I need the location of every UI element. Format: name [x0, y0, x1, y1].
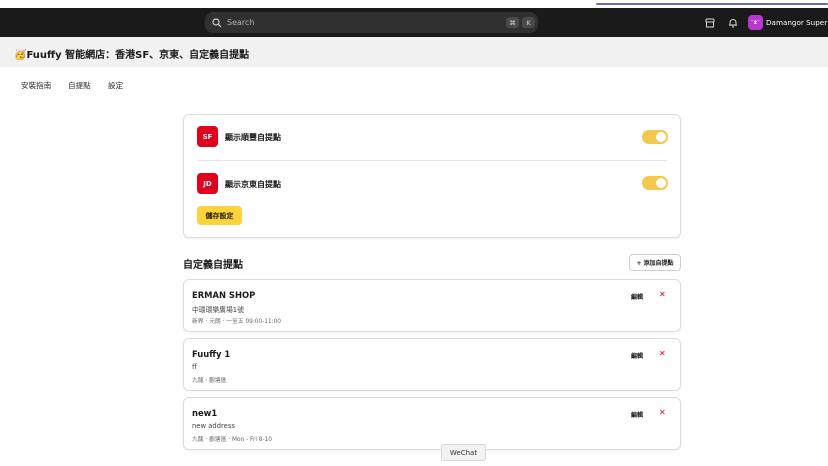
kbd-k: K	[522, 17, 535, 28]
tab-settings[interactable]: 設定	[108, 80, 123, 91]
user-name[interactable]: Damangor Super Pow	[766, 18, 828, 27]
pickup-point-address: 中環環樂廣場1號	[192, 306, 244, 314]
toggle-knob	[656, 132, 666, 142]
user-avatar[interactable]: ᵔᴥᵔ	[748, 15, 763, 30]
settings-card: SF 顯示順豐自提點 JD 顯示京東自提點 儲存設定	[183, 114, 681, 238]
loading-indicator	[596, 3, 828, 5]
edit-button[interactable]: 編輯	[631, 351, 643, 360]
jd-toggle[interactable]	[642, 176, 668, 190]
app-header: 🥳Fuuffy 智能網店：香港SF、京東、自定義自提點	[0, 37, 828, 67]
pickup-point-meta: 九龍 · 觀塘區 · Mon - Fri 8-10	[192, 437, 272, 443]
divider	[197, 160, 667, 161]
sf-toggle[interactable]	[642, 130, 668, 144]
search-icon	[212, 17, 222, 27]
sf-logo: SF	[197, 126, 218, 147]
pickup-point-address: new address	[192, 422, 235, 430]
tab-pickup-points[interactable]: 自提點	[68, 80, 91, 91]
search-bar[interactable]: Search ⌘ K	[205, 12, 538, 33]
toggle-knob	[656, 178, 666, 188]
pickup-point-name: ERMAN SHOP	[192, 290, 256, 300]
custom-points-title: 自定義自提點	[183, 260, 243, 271]
wechat-tooltip: WeChat	[441, 444, 486, 461]
pickup-point-card: ERMAN SHOP 中環環樂廣場1號 新界 · 元朗 · 一至五 09:00-…	[183, 279, 681, 332]
edit-button[interactable]: 編輯	[631, 410, 643, 419]
pickup-point-card: Fuuffy 1 ff 九龍 · 觀塘區 編輯 ✕	[183, 338, 681, 391]
admin-bar: Search ⌘ K ᵔᴥᵔ Damangor Super Pow	[0, 8, 828, 37]
page-title: 🥳Fuuffy 智能網店：香港SF、京東、自定義自提點	[14, 50, 250, 61]
search-placeholder: Search	[227, 18, 255, 27]
tab-bar: 安裝指南 自提點 設定	[0, 67, 828, 104]
store-icon[interactable]	[704, 17, 716, 29]
save-settings-button[interactable]: 儲存設定	[197, 206, 242, 225]
pickup-point-card: new1 new address 九龍 · 觀塘區 · Mon - Fri 8-…	[183, 397, 681, 450]
tab-install-guide[interactable]: 安裝指南	[21, 80, 51, 91]
browser-top-strip	[0, 0, 828, 8]
delete-icon[interactable]: ✕	[659, 349, 666, 358]
delete-icon[interactable]: ✕	[659, 408, 666, 417]
kbd-cmd: ⌘	[506, 17, 519, 28]
pickup-point-meta: 九龍 · 觀塘區	[192, 378, 227, 384]
add-pickup-point-button[interactable]: + 添加自提點	[629, 254, 681, 271]
pickup-point-address: ff	[192, 363, 197, 371]
pickup-point-meta: 新界 · 元朗 · 一至五 09:00-11:00	[192, 319, 281, 325]
jd-logo: JD	[197, 173, 218, 194]
jd-toggle-label: 顯示京東自提點	[225, 180, 281, 189]
pickup-point-name: Fuuffy 1	[192, 349, 231, 359]
pickup-point-name: new1	[192, 408, 218, 418]
bell-icon[interactable]	[727, 17, 739, 29]
sf-toggle-label: 顯示順豐自提點	[225, 133, 281, 142]
edit-button[interactable]: 編輯	[631, 292, 643, 301]
delete-icon[interactable]: ✕	[659, 290, 666, 299]
